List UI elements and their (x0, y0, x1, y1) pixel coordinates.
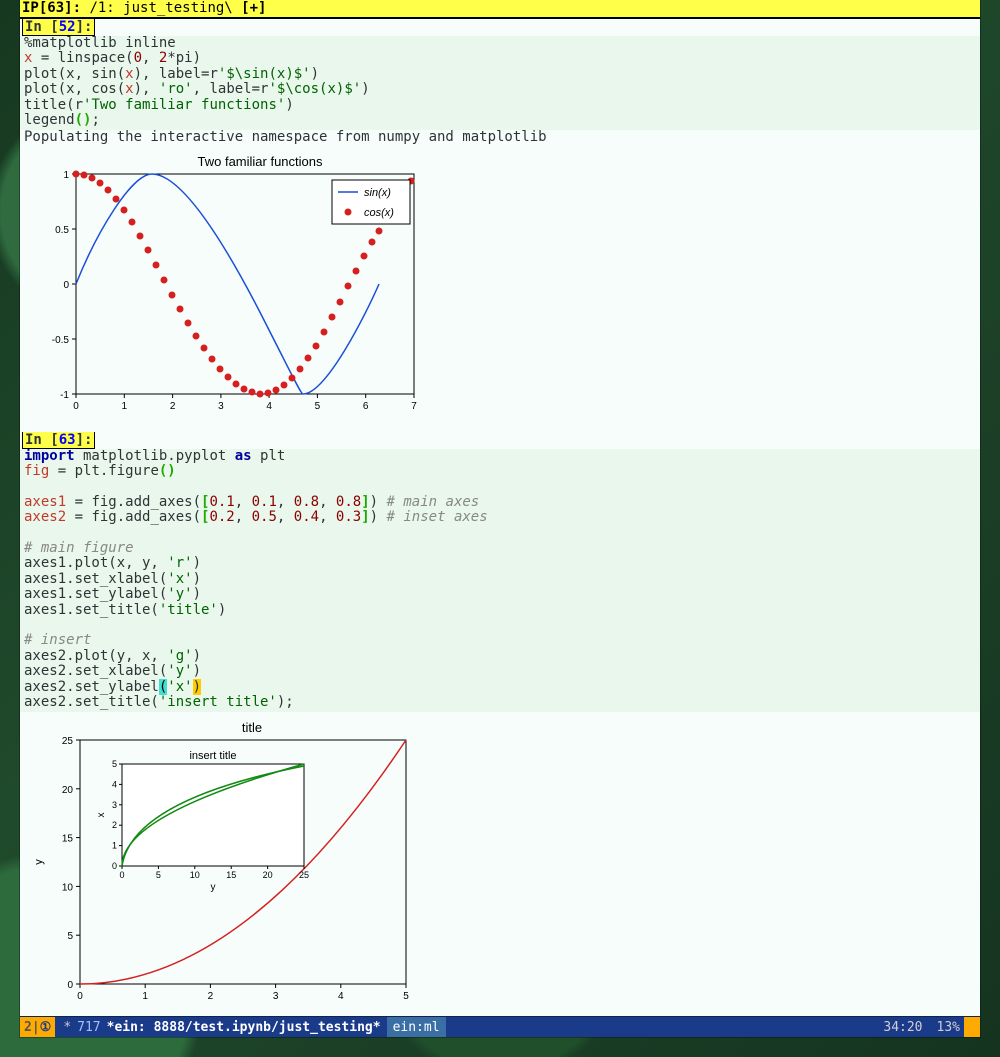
emacs-window: IP[63]: /1: just_testing\ [+] In [52]: %… (20, 0, 980, 1037)
chart1-legend: sin(x) cos(x) (332, 180, 410, 224)
svg-text:1: 1 (112, 841, 117, 851)
svg-text:sin(x): sin(x) (364, 187, 391, 199)
cell-code-52[interactable]: %matplotlib inline x = linspace(0, 2*pi)… (20, 36, 980, 130)
svg-text:5: 5 (403, 991, 409, 1002)
svg-text:0: 0 (77, 991, 83, 1002)
header-path: /1: just_testing\ (81, 0, 233, 16)
svg-text:5: 5 (112, 759, 117, 769)
svg-text:5: 5 (156, 870, 161, 880)
svg-text:0: 0 (67, 980, 73, 991)
svg-text:2: 2 (112, 821, 117, 831)
modeline-size: 717 (77, 1020, 100, 1035)
svg-text:10: 10 (190, 870, 200, 880)
svg-text:10: 10 (62, 883, 74, 894)
svg-text:-1: -1 (60, 390, 69, 401)
svg-text:1: 1 (142, 991, 148, 1002)
text-cursor: ) (193, 679, 201, 695)
header-prefix: IP[63]: (22, 0, 81, 16)
svg-text:0: 0 (73, 401, 79, 412)
svg-text:0: 0 (112, 861, 117, 871)
header-line: IP[63]: /1: just_testing\ [+] (20, 0, 980, 19)
svg-text:0: 0 (63, 280, 69, 291)
modeline-modified-indicator: * (63, 1020, 71, 1035)
svg-text:-0.5: -0.5 (52, 335, 70, 346)
cell-prompt-63[interactable]: In [63]: (22, 432, 95, 449)
cell-output-52-text: Populating the interactive namespace fro… (20, 130, 980, 145)
svg-text:6: 6 (363, 401, 369, 412)
svg-text:4: 4 (112, 780, 117, 790)
svg-text:4: 4 (266, 401, 272, 412)
svg-text:20: 20 (263, 870, 273, 880)
cell-output-63-figure: title 25 20 15 10 5 0 0 1 2 3 (20, 712, 980, 1016)
svg-text:7: 7 (411, 401, 417, 412)
svg-text:2: 2 (208, 991, 214, 1002)
modeline-scroll-pct: 13% (937, 1020, 960, 1035)
cell-output-52-figure: Two familiar functions 1 0.5 0 -0.5 -1 0… (20, 146, 980, 422)
svg-text:1: 1 (122, 401, 128, 412)
svg-text:1: 1 (63, 170, 69, 181)
svg-text:5: 5 (315, 401, 321, 412)
modeline-major-mode[interactable]: ein:ml (387, 1017, 446, 1037)
modeline-cursor-pos: 34:20 (883, 1020, 922, 1035)
svg-text:3: 3 (273, 991, 279, 1002)
svg-text:x: x (240, 1005, 246, 1008)
cell-prompt-52[interactable]: In [52]: (22, 19, 95, 36)
svg-text:15: 15 (62, 834, 74, 845)
svg-text:3: 3 (112, 800, 117, 810)
svg-text:4: 4 (338, 991, 344, 1002)
svg-text:2: 2 (170, 401, 176, 412)
mode-line: 2|① * 717 *ein: 8888/test.ipynb/just_tes… (20, 1016, 980, 1037)
modeline-buffer-name[interactable]: *ein: 8888/test.ipynb/just_testing* (107, 1020, 381, 1035)
svg-text:y: y (33, 859, 45, 865)
svg-text:0: 0 (119, 870, 124, 880)
header-suffix: [+] (233, 0, 267, 16)
chart2-title: title (242, 720, 262, 735)
svg-text:y: y (211, 882, 216, 893)
svg-text:insert title: insert title (189, 750, 236, 762)
chart-inset: title 25 20 15 10 5 0 0 1 2 3 (20, 718, 420, 1008)
svg-text:x: x (96, 813, 107, 818)
svg-text:25: 25 (299, 870, 309, 880)
svg-text:15: 15 (226, 870, 236, 880)
chart-two-familiar: Two familiar functions 1 0.5 0 -0.5 -1 0… (20, 152, 420, 414)
chart1-title: Two familiar functions (198, 154, 323, 169)
svg-text:3: 3 (218, 401, 224, 412)
modeline-workspace-badge[interactable]: 2|① (20, 1017, 55, 1037)
cell-code-63[interactable]: import matplotlib.pyplot as plt fig = pl… (20, 449, 980, 713)
svg-text:20: 20 (62, 785, 74, 796)
svg-text:25: 25 (62, 736, 74, 747)
svg-text:0.5: 0.5 (55, 225, 69, 236)
modeline-right-badge (964, 1017, 980, 1037)
svg-text:5: 5 (67, 932, 73, 943)
svg-text:cos(x): cos(x) (364, 207, 394, 219)
